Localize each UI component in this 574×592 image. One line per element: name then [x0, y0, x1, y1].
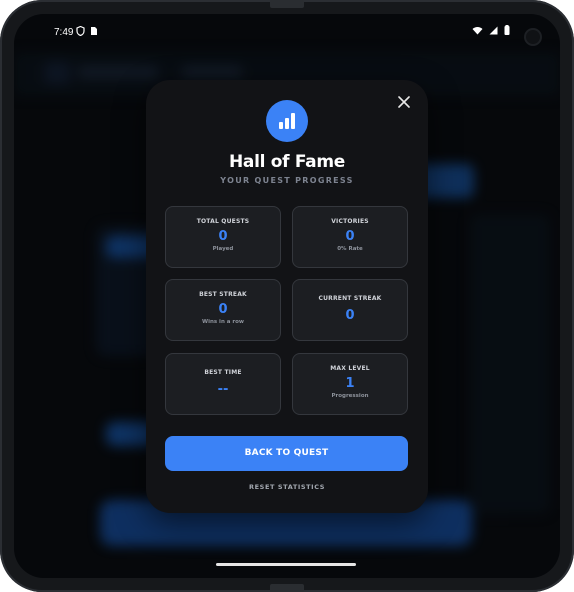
stats-badge [266, 100, 308, 142]
stat-value: 0 [345, 308, 355, 323]
stat-label: BEST TIME [204, 369, 242, 376]
home-indicator[interactable] [216, 563, 356, 566]
battery-icon [504, 25, 510, 38]
stat-value: 0 [345, 229, 355, 244]
hinge-top [270, 0, 304, 8]
stat-label: TOTAL QUESTS [196, 218, 250, 225]
stat-sub: 0% Rate [337, 246, 363, 252]
front-camera [526, 30, 540, 44]
stat-value: 0 [218, 229, 228, 244]
signal-icon [489, 26, 504, 38]
stat-label: VICTORIES [331, 218, 369, 225]
stat-label: BEST STREAK [199, 291, 247, 298]
screen: 7:49 Hall of Fame YOUR QUEST PROGRESS TO… [14, 14, 560, 578]
reset-statistics-button[interactable]: RESET STATISTICS [146, 483, 428, 491]
back-to-quest-button[interactable]: BACK TO QUEST [165, 436, 408, 471]
shield-icon [76, 25, 90, 39]
stat-card-current-streak: CURRENT STREAK 0 [292, 279, 408, 341]
phone-frame: 7:49 Hall of Fame YOUR QUEST PROGRESS TO… [0, 0, 574, 592]
status-time: 7:49 [54, 27, 74, 38]
bar-chart-icon [279, 113, 295, 129]
close-icon[interactable] [394, 92, 414, 112]
status-bar: 7:49 [14, 14, 560, 50]
stat-card-best-time: BEST TIME -- [165, 353, 281, 415]
stat-card-total-quests: TOTAL QUESTS 0 Played [165, 206, 281, 268]
hall-of-fame-modal: Hall of Fame YOUR QUEST PROGRESS TOTAL Q… [146, 80, 428, 513]
stat-card-max-level: MAX LEVEL 1 Progression [292, 353, 408, 415]
hinge-bottom [270, 584, 304, 592]
stat-sub: Progression [331, 393, 369, 399]
wifi-icon [472, 26, 489, 38]
stat-sub: Wins in a row [202, 319, 244, 325]
stat-sub: Played [212, 246, 234, 252]
modal-title: Hall of Fame [229, 152, 345, 172]
stat-value: 0 [218, 302, 228, 317]
stat-label: CURRENT STREAK [318, 295, 382, 302]
stat-card-best-streak: BEST STREAK 0 Wins in a row [165, 279, 281, 341]
status-right-icons [472, 25, 510, 38]
sim-icon [90, 27, 98, 39]
modal-subtitle: YOUR QUEST PROGRESS [220, 176, 354, 185]
stat-label: MAX LEVEL [330, 365, 370, 372]
status-left-icons [76, 25, 98, 39]
stat-card-victories: VICTORIES 0 0% Rate [292, 206, 408, 268]
stat-value: -- [217, 382, 229, 397]
stat-value: 1 [345, 376, 355, 391]
